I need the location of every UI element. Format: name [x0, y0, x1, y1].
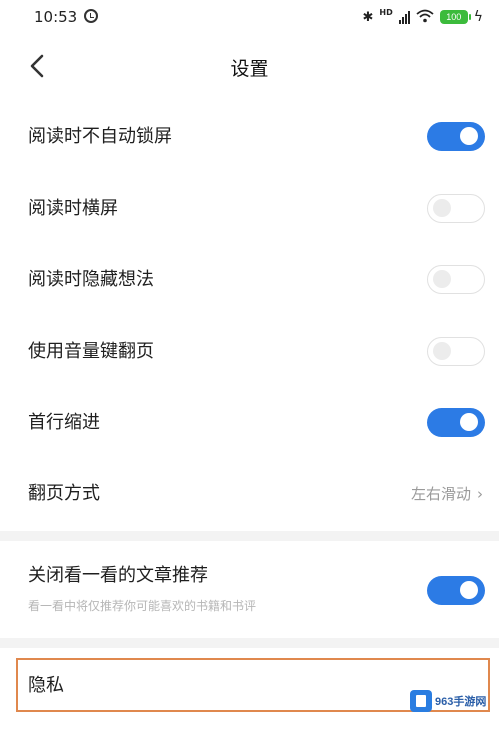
toggle-knob — [460, 581, 478, 599]
watermark-text: 963手游网 — [435, 696, 487, 708]
setting-row-volume-key[interactable]: 使用音量键翻页 — [0, 317, 499, 387]
recommend-description: 看一看中将仅推荐你可能喜欢的书籍和书评 — [28, 599, 257, 613]
section-divider — [0, 638, 499, 648]
setting-label: 阅读时不自动锁屏 — [28, 126, 172, 147]
section-divider — [0, 531, 499, 541]
privacy-label: 隐私 — [28, 675, 64, 696]
toggle-knob — [433, 342, 451, 360]
bluetooth-icon: ✱ — [362, 9, 374, 25]
page-turn-mode-text: 左右滑动 — [410, 485, 471, 503]
setting-row-no-auto-lock[interactable]: 阅读时不自动锁屏 — [0, 102, 499, 172]
no-auto-lock-toggle[interactable] — [427, 122, 485, 151]
hide-thoughts-toggle[interactable] — [427, 265, 485, 294]
setting-row-first-line-indent[interactable]: 首行缩进 — [0, 388, 499, 458]
setting-label: 阅读时横屏 — [28, 198, 118, 219]
landscape-toggle[interactable] — [427, 194, 485, 223]
recommend-toggle[interactable] — [427, 576, 485, 605]
setting-label: 使用音量键翻页 — [28, 341, 154, 362]
setting-label: 阅读时隐藏想法 — [28, 269, 154, 290]
page-title: 设置 — [230, 58, 269, 80]
toggle-knob — [460, 127, 478, 145]
toggle-knob — [433, 199, 451, 217]
chevron-right-icon: › — [477, 485, 483, 503]
alarm-icon — [84, 9, 98, 23]
status-time: 10:53 — [34, 8, 78, 26]
page-turn-mode-value: 左右滑动 › — [411, 459, 483, 529]
charging-icon: ϟ — [473, 9, 483, 25]
setting-label: 首行缩进 — [28, 412, 100, 433]
setting-row-page-turn-mode[interactable]: 翻页方式 左右滑动 › — [0, 459, 499, 529]
watermark-logo-icon — [410, 690, 432, 712]
toggle-knob — [460, 413, 478, 431]
battery-icon: 100 — [439, 10, 471, 24]
signal-icon — [398, 10, 410, 24]
wifi-icon — [416, 8, 434, 27]
network-type: HD — [379, 8, 393, 17]
first-line-indent-toggle[interactable] — [427, 408, 485, 437]
setting-label: 翻页方式 — [28, 483, 100, 504]
status-icons: ✱ HD 100 ϟ — [363, 8, 484, 26]
volume-key-toggle[interactable] — [427, 337, 485, 366]
status-bar: 10:53 ✱ HD 100 ϟ — [0, 0, 499, 36]
watermark: 963手游网 — [410, 684, 498, 718]
header: 设置 — [0, 40, 499, 96]
toggle-knob — [433, 270, 451, 288]
setting-row-landscape[interactable]: 阅读时横屏 — [0, 174, 499, 244]
setting-row-hide-thoughts[interactable]: 阅读时隐藏想法 — [0, 245, 499, 315]
